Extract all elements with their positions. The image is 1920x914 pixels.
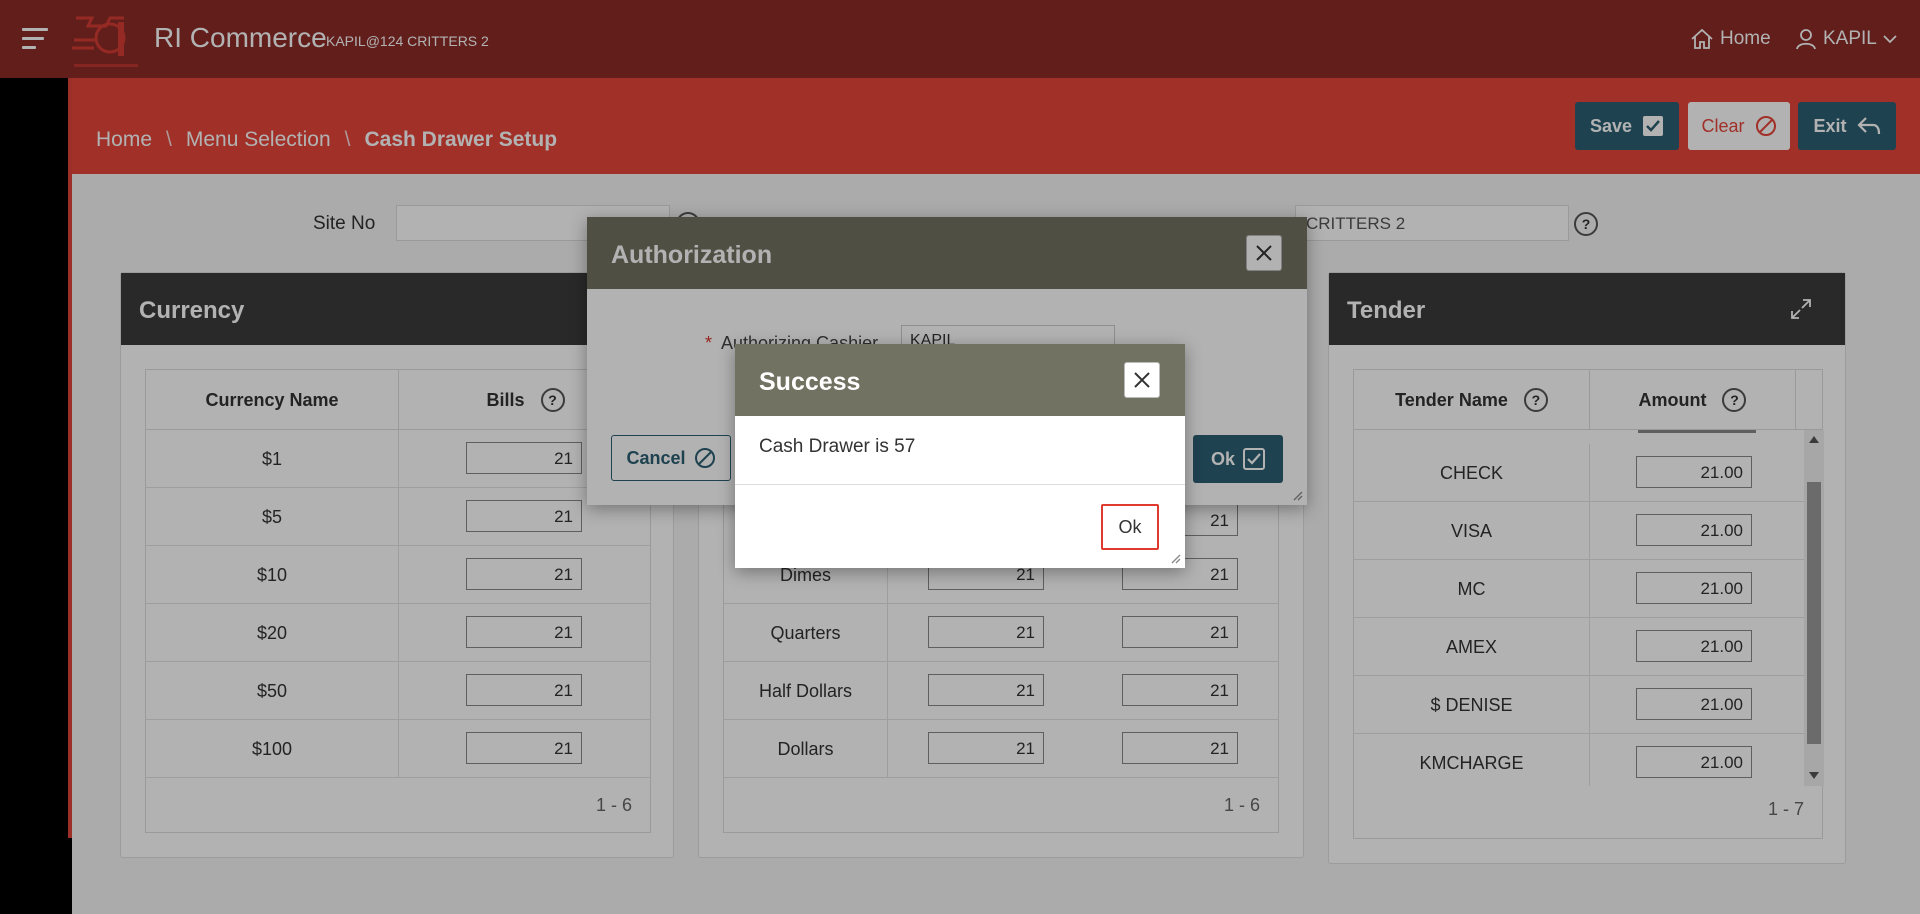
success-dialog-title: Success xyxy=(735,344,1185,416)
success-message: Cash Drawer is 57 xyxy=(759,436,916,457)
success-ok-button[interactable]: Ok xyxy=(1101,504,1159,550)
resize-handle-icon[interactable] xyxy=(1169,552,1181,564)
close-icon xyxy=(1134,372,1150,388)
divider xyxy=(735,484,1185,485)
close-button[interactable] xyxy=(1124,362,1160,398)
success-dialog: Success Cash Drawer is 57 Ok xyxy=(735,344,1185,568)
